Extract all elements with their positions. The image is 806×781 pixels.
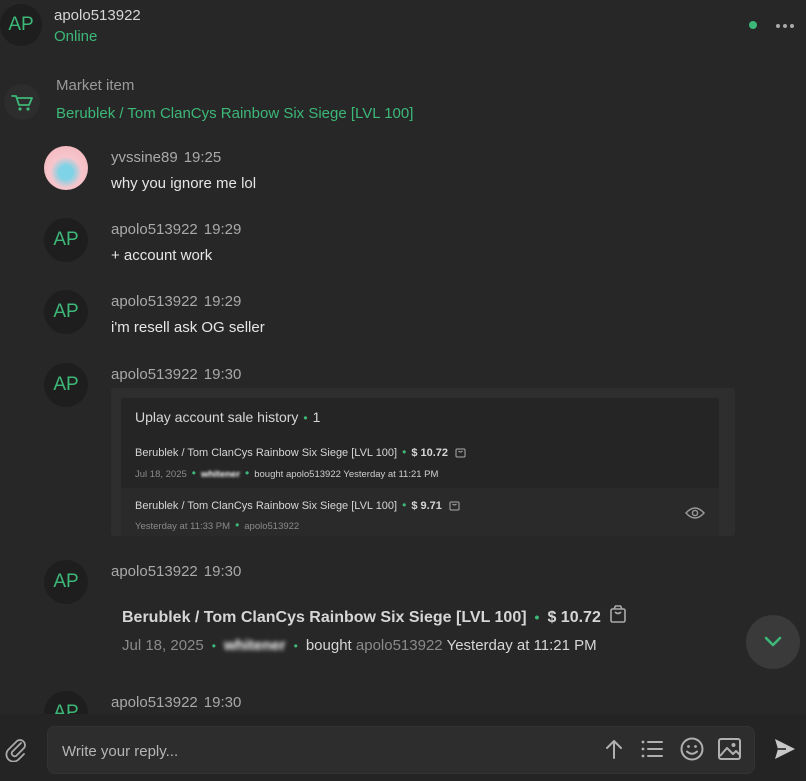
avatar[interactable]: AP <box>44 290 88 334</box>
online-dot-icon <box>749 21 757 29</box>
message-username[interactable]: apolo513922 <box>111 293 198 310</box>
header-avatar[interactable]: AP <box>0 4 42 46</box>
sale-item-title[interactable]: Berublek / Tom ClanCys Rainbow Six Siege… <box>122 604 627 627</box>
avatar[interactable] <box>44 146 88 190</box>
more-icon[interactable] <box>776 24 794 28</box>
reply-input[interactable] <box>60 727 584 775</box>
message: AP apolo513922 19:29 + account work <box>0 218 806 268</box>
sale-row-meta: Yesterday at 11:33 PM • apolo513922 <box>135 518 300 532</box>
emoji-icon[interactable] <box>679 736 705 762</box>
buyer-name: whitener <box>223 637 286 654</box>
message-username[interactable]: apolo513922 <box>111 221 198 238</box>
shopping-bag-icon <box>449 501 460 511</box>
message-username[interactable]: apolo513922 <box>111 563 198 580</box>
list-icon[interactable] <box>640 736 664 762</box>
avatar[interactable]: AP <box>44 560 88 604</box>
message-time: 19:25 <box>183 149 222 166</box>
message-time: 19:29 <box>203 221 242 238</box>
avatar[interactable]: AP <box>44 218 88 262</box>
eye-icon[interactable] <box>685 506 705 520</box>
message-time: 19:30 <box>203 694 242 711</box>
message-time: 19:30 <box>203 366 242 383</box>
header-status: Online <box>54 28 98 45</box>
avatar[interactable]: AP <box>44 363 88 407</box>
message-text: + account work <box>111 247 213 264</box>
sale-row-meta: Jul 18, 2025 • whitener • bought apolo513922… <box>135 466 439 480</box>
header-username[interactable]: apolo513922 <box>54 7 141 24</box>
sale-row: Berublek / Tom ClanCys Rainbow Six Siege… <box>135 445 466 459</box>
cart-icon <box>4 84 40 120</box>
message-text: i'm resell ask OG seller <box>111 319 265 336</box>
message-username[interactable]: apolo513922 <box>111 694 198 711</box>
shopping-bag-icon <box>455 448 466 458</box>
message: AP apolo513922 19:29 i'm resell ask OG se… <box>0 290 806 340</box>
send-icon[interactable] <box>772 736 798 762</box>
message-time: 19:29 <box>203 293 242 310</box>
chevron-down-icon <box>764 636 782 647</box>
chat-header: AP apolo513922 Online <box>0 0 806 62</box>
market-item-link[interactable]: Berublek / Tom ClanCys Rainbow Six Siege… <box>56 105 413 122</box>
message-username[interactable]: apolo513922 <box>111 366 198 383</box>
arrow-up-icon[interactable] <box>604 736 624 762</box>
sale-item-meta: Jul 18, 2025 • whitener • bought apolo513922… <box>122 637 597 654</box>
sale-history-image[interactable]: Uplay account sale history • 1 Berublek / … <box>111 388 735 536</box>
sale-row: Berublek / Tom ClanCys Rainbow Six Siege… <box>135 498 460 512</box>
message-username[interactable]: yvssine89 <box>111 149 178 166</box>
message: AP apolo513922 19:30 <box>0 691 806 714</box>
message: yvssine89 19:25 why you ignore me lol <box>0 146 806 196</box>
avatar[interactable]: AP <box>44 691 88 714</box>
sale-history-title: Uplay account sale history • 1 <box>135 409 321 425</box>
scroll-to-bottom-button[interactable] <box>746 615 800 669</box>
paperclip-icon[interactable] <box>4 736 28 762</box>
message-text: why you ignore me lol <box>111 175 257 192</box>
shopping-bag-icon <box>610 605 627 623</box>
image-icon[interactable] <box>717 736 743 762</box>
market-item-label: Market item <box>56 77 135 94</box>
message-time: 19:30 <box>203 563 242 580</box>
message: AP apolo513922 19:30 <box>0 560 806 604</box>
